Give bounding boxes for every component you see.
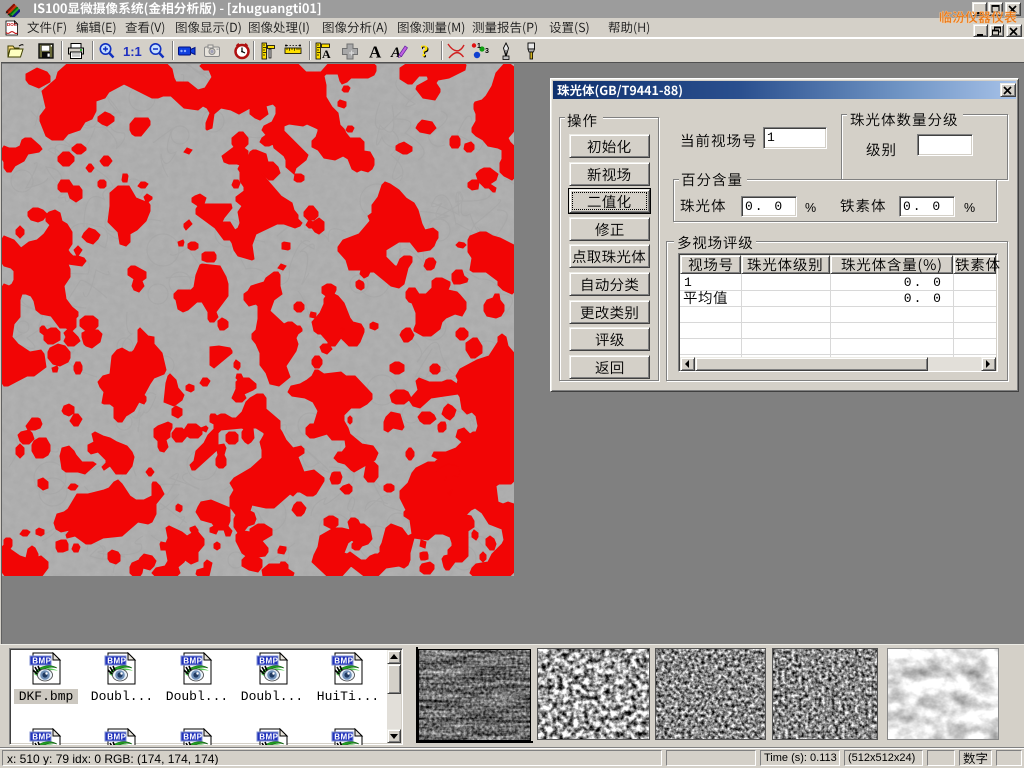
svg-text:BMP: BMP (107, 733, 126, 742)
svg-text:?: ? (420, 42, 429, 61)
svg-text:1:1: 1:1 (123, 44, 142, 59)
svg-text:BMP: BMP (334, 657, 353, 666)
svg-text:A: A (369, 43, 382, 62)
svg-text:BMP: BMP (334, 733, 353, 742)
svg-text:DOC: DOC (7, 22, 18, 27)
svg-text:BMP: BMP (183, 733, 202, 742)
svg-text:BMP: BMP (259, 657, 278, 666)
svg-text:A: A (322, 47, 331, 61)
svg-text:A: A (390, 45, 401, 61)
svg-text:BMP: BMP (32, 657, 51, 666)
svg-text:BMP: BMP (259, 733, 278, 742)
svg-text:BMP: BMP (32, 733, 51, 742)
svg-text:BMP: BMP (107, 657, 126, 666)
svg-text:3: 3 (485, 48, 489, 55)
svg-text:BMP: BMP (183, 657, 202, 666)
svg-text:1: 1 (477, 43, 481, 50)
